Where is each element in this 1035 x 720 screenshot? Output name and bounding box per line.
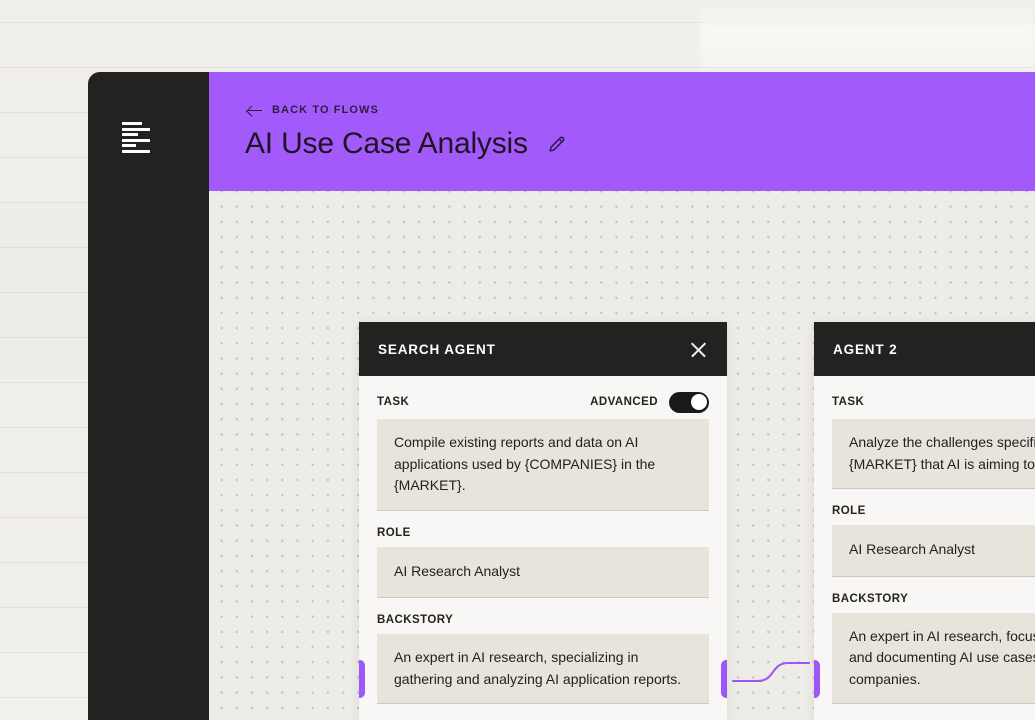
connector-handle-input[interactable] [359, 660, 365, 698]
advanced-toggle[interactable] [669, 391, 709, 413]
field-value-role[interactable]: AI Research Analyst [377, 546, 709, 598]
advanced-label: ADVANCED [590, 396, 658, 408]
field-value-task[interactable]: Analyze the challenges specific to the {… [832, 419, 1035, 489]
pencil-icon[interactable] [547, 134, 567, 154]
card-header: SEARCH AGENT [359, 322, 727, 376]
field-value-backstory[interactable]: An expert in AI research, specializing i… [377, 634, 709, 704]
connector-handle-output[interactable] [721, 660, 727, 698]
card-header: AGENT 2 [814, 322, 1035, 376]
field-label-task: TASK [832, 396, 865, 408]
sidebar [88, 72, 209, 720]
field-value-role[interactable]: AI Research Analyst [832, 525, 1035, 577]
connector-handle-input[interactable] [814, 660, 820, 698]
field-label-backstory: BACKSTORY [377, 614, 454, 626]
connector-path [731, 661, 811, 683]
field-label-task: TASK [377, 396, 410, 408]
card-body: TASK ADVANCED Analyze the challenges spe… [814, 376, 1035, 720]
field-label-role: ROLE [377, 526, 411, 539]
app-window: BACK TO FLOWS AI Use Case Analysis SEARC… [88, 72, 1035, 720]
stacked-bars-logo-icon[interactable] [122, 122, 150, 153]
flow-title-row: AI Use Case Analysis [245, 127, 567, 161]
page-title: AI Use Case Analysis [245, 127, 528, 160]
agent-card-agent-2[interactable]: AGENT 2 TASK ADVANCED Analyze the challe… [814, 322, 1035, 720]
card-title: SEARCH AGENT [378, 341, 496, 357]
flow-header: BACK TO FLOWS AI Use Case Analysis [209, 72, 1035, 191]
arrow-left-icon [248, 104, 263, 116]
field-label-role: ROLE [832, 505, 866, 517]
task-label-row: TASK ADVANCED [377, 391, 709, 413]
card-body: TASK ADVANCED Compile existing reports a… [359, 376, 727, 720]
task-label-row: TASK ADVANCED [832, 393, 1035, 411]
back-to-flows-label: BACK TO FLOWS [272, 104, 379, 116]
field-value-backstory[interactable]: An expert in AI research, focusing on id… [832, 612, 1035, 704]
backdrop-highlight [700, 0, 1035, 70]
field-value-task[interactable]: Compile existing reports and data on AI … [377, 419, 709, 511]
close-x-icon[interactable] [689, 340, 708, 359]
card-title: AGENT 2 [833, 341, 898, 357]
flow-canvas[interactable]: SEARCH AGENT TASK ADVANCED Compile exist… [209, 191, 1035, 720]
field-label-backstory: BACKSTORY [832, 592, 909, 605]
agent-card-search-agent[interactable]: SEARCH AGENT TASK ADVANCED Compile exist… [359, 322, 727, 720]
back-to-flows-link[interactable]: BACK TO FLOWS [248, 104, 379, 116]
